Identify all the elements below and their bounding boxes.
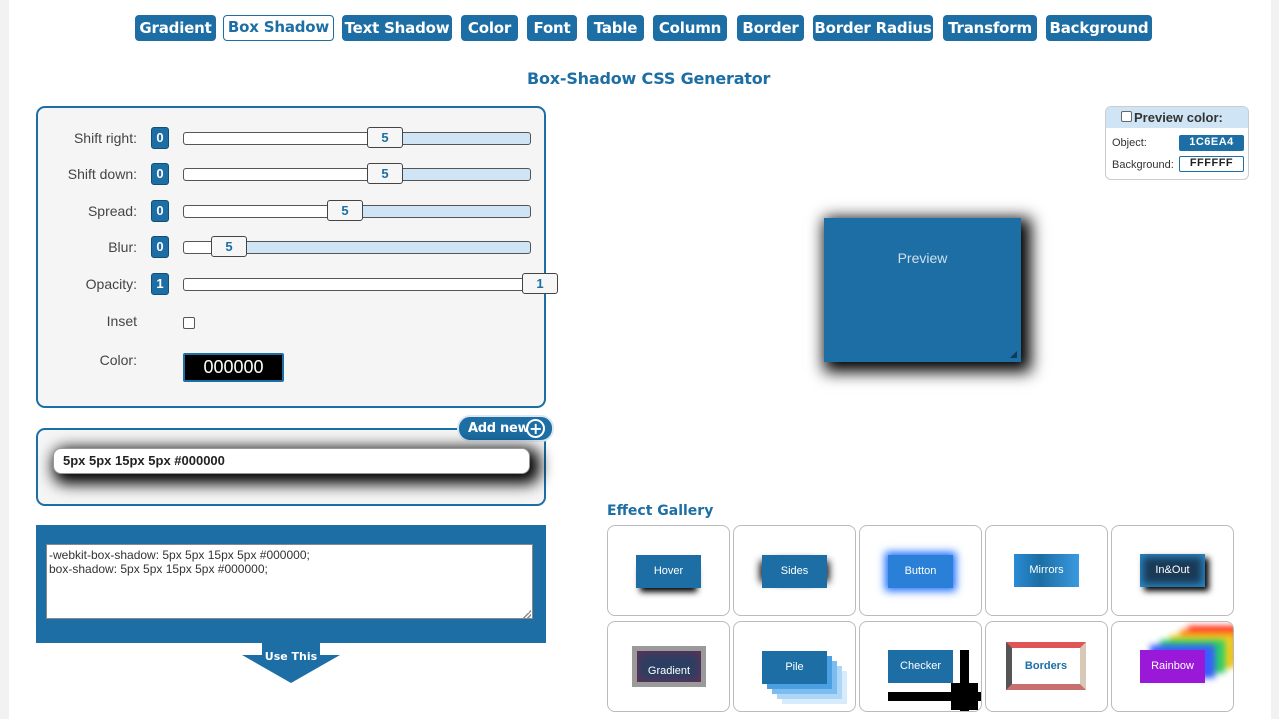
tab-color[interactable]: Color — [461, 15, 518, 41]
tool-tabs: Gradient Box Shadow Text Shadow Color Fo… — [0, 15, 1279, 42]
css-code-section: -webkit-box-shadow: 5px 5px 15px 5px #00… — [36, 525, 546, 643]
gallery-chip: Pile — [762, 651, 827, 684]
shadow-layer-item[interactable]: 5px 5px 15px 5px #000000 — [53, 448, 530, 474]
opacity-handle[interactable]: 1 — [522, 273, 558, 294]
gallery-item-sides[interactable]: Sides — [733, 525, 856, 616]
add-new-button[interactable]: Add new + — [457, 415, 554, 442]
opacity-value-badge: 1 — [151, 273, 169, 295]
gallery-chip: Mirrors — [1014, 554, 1079, 587]
add-new-label: Add new — [468, 421, 530, 436]
tab-border-radius[interactable]: Border Radius — [813, 15, 933, 41]
effect-gallery-title: Effect Gallery — [607, 503, 714, 519]
plus-circle-icon: + — [526, 419, 545, 438]
tab-background[interactable]: Background — [1046, 15, 1152, 41]
gallery-item-gradient[interactable]: Gradient — [607, 621, 730, 712]
object-label: Object: — [1112, 137, 1147, 149]
tab-gradient[interactable]: Gradient — [135, 15, 216, 41]
blur-label: Blur: — [108, 239, 137, 255]
tab-column[interactable]: Column — [653, 15, 727, 41]
preview-box: Preview — [824, 218, 1021, 362]
opacity-slider[interactable]: 1 — [183, 273, 558, 294]
gallery-chip: Sides — [762, 555, 827, 588]
scrollbar-track[interactable] — [1271, 0, 1279, 719]
tab-transform[interactable]: Transform — [943, 15, 1037, 41]
gallery-item-checker[interactable]: Checker — [859, 621, 982, 712]
spread-handle[interactable]: 5 — [327, 200, 363, 221]
shift-right-label: Shift right: — [73, 130, 137, 146]
color-field[interactable]: 000000 — [183, 353, 284, 382]
resize-handle-icon[interactable] — [1010, 351, 1017, 358]
preview-color-box: Preview color: Object: 1C6EA4 Background… — [1105, 106, 1249, 180]
gallery-item-pile[interactable]: Pile — [733, 621, 856, 712]
gallery-chip: Borders — [1006, 642, 1086, 690]
blur-slider[interactable]: 5 — [183, 236, 531, 257]
shift-right-value-badge: 0 — [151, 127, 169, 149]
inset-checkbox[interactable] — [183, 317, 195, 329]
spread-slider[interactable]: 5 — [183, 200, 531, 221]
shift-right-handle[interactable]: 5 — [367, 127, 403, 148]
gallery-item-rainbow[interactable]: Rainbow — [1111, 621, 1234, 712]
gallery-chip: Gradient — [632, 646, 706, 687]
gallery-chip: In&Out — [1140, 554, 1205, 587]
gallery-item-button[interactable]: Button — [859, 525, 982, 616]
shift-down-handle[interactable]: 5 — [367, 163, 403, 184]
tab-table[interactable]: Table — [587, 15, 644, 41]
gallery-item-mirrors[interactable]: Mirrors — [985, 525, 1108, 616]
shift-down-value-badge: 0 — [151, 163, 169, 185]
gallery-chip: Checker — [888, 650, 953, 683]
css-code-textarea[interactable]: -webkit-box-shadow: 5px 5px 15px 5px #00… — [46, 544, 533, 619]
inset-label: Inset — [106, 313, 137, 329]
tab-text-shadow[interactable]: Text Shadow — [342, 15, 452, 41]
gallery-item-hover[interactable]: Hover — [607, 525, 730, 616]
slider-fill — [184, 133, 384, 144]
slider-fill — [184, 169, 384, 180]
spread-label: Spread: — [87, 203, 137, 219]
slider-fill — [184, 206, 344, 217]
gallery-chip: Button — [888, 555, 953, 588]
gallery-item-borders[interactable]: Borders — [985, 621, 1108, 712]
tab-box-shadow[interactable]: Box Shadow — [223, 15, 334, 41]
tab-font[interactable]: Font — [527, 15, 577, 41]
preview-color-header: Preview color: — [1106, 107, 1248, 128]
opacity-label: Opacity: — [85, 276, 137, 292]
gallery-item-in-and-out[interactable]: In&Out — [1111, 525, 1234, 616]
object-color-field[interactable]: 1C6EA4 — [1179, 135, 1244, 151]
arrow-down-icon — [242, 643, 340, 683]
blur-handle[interactable]: 5 — [211, 236, 247, 257]
preview-color-checkbox[interactable] — [1121, 111, 1132, 122]
background-label: Background: — [1112, 159, 1174, 171]
use-this-label: Use This — [264, 650, 318, 663]
resize-grip-icon[interactable] — [523, 610, 531, 618]
gallery-chip: Hover — [636, 555, 701, 588]
controls-panel: Shift right: 0 5 Shift down: 0 5 Spread:… — [36, 106, 558, 408]
preview-color-title: Preview color: — [1134, 110, 1223, 125]
background-color-field[interactable]: FFFFFF — [1179, 156, 1244, 172]
spread-value-badge: 0 — [151, 200, 169, 222]
color-label: Color: — [99, 352, 137, 368]
shift-down-slider[interactable]: 5 — [183, 163, 531, 184]
tab-border[interactable]: Border — [737, 15, 804, 41]
blur-value-badge: 0 — [151, 236, 169, 258]
gallery-chip: Rainbow — [1140, 650, 1205, 683]
shift-right-slider[interactable]: 5 — [183, 127, 531, 148]
preview-label: Preview — [897, 250, 948, 266]
page-title: Box-Shadow CSS Generator — [527, 69, 771, 88]
use-this-button[interactable]: Use This — [242, 643, 340, 683]
shift-down-label: Shift down: — [67, 166, 137, 182]
